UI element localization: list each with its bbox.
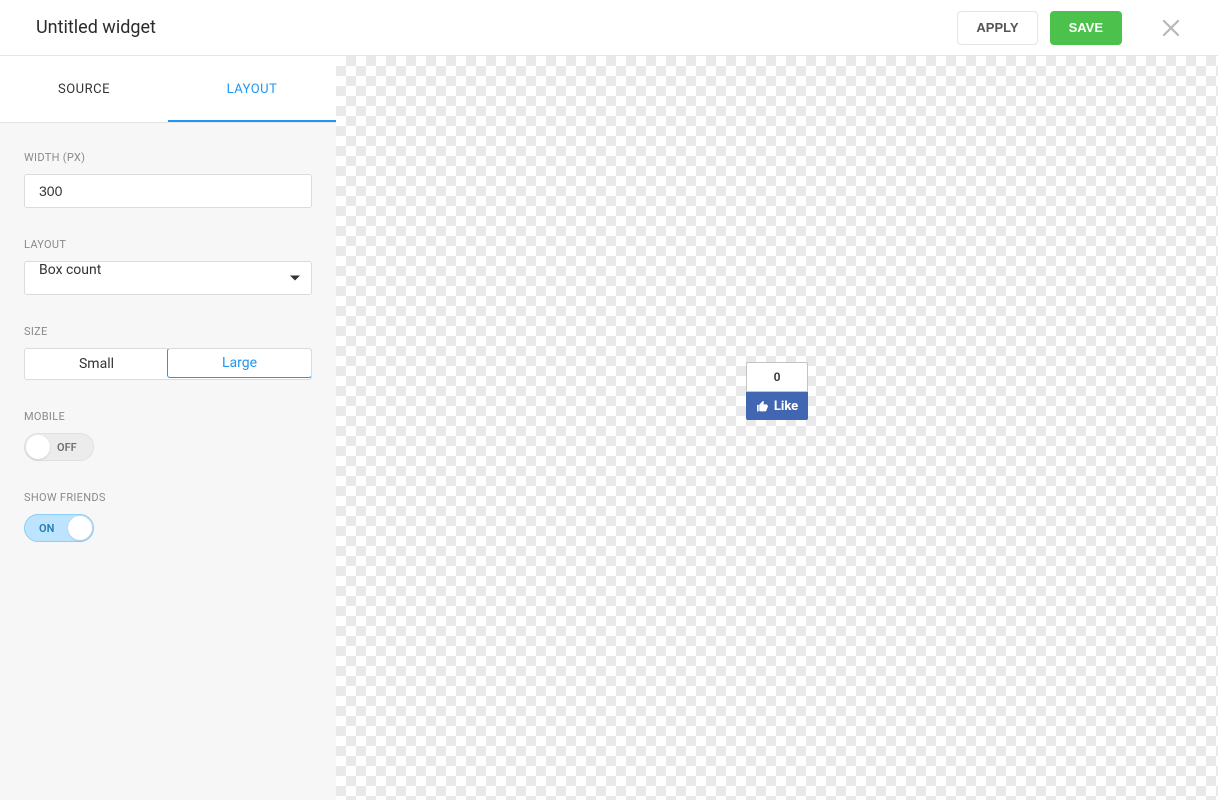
toggle-knob (26, 435, 50, 459)
header-actions: APPLY SAVE (957, 11, 1186, 45)
page-title: Untitled widget (36, 17, 156, 38)
save-button[interactable]: SAVE (1050, 11, 1122, 45)
sidebar: SOURCE LAYOUT WIDTH (PX) LAYOUT Box coun… (0, 56, 336, 800)
width-label: WIDTH (PX) (24, 151, 312, 164)
mobile-toggle-state: OFF (57, 441, 77, 454)
toggle-knob (68, 516, 92, 540)
width-input[interactable] (24, 174, 312, 208)
apply-button[interactable]: APPLY (957, 11, 1037, 45)
size-option-small[interactable]: Small (25, 349, 168, 379)
tab-source[interactable]: SOURCE (0, 56, 168, 122)
like-label: Like (774, 399, 798, 414)
mobile-label: MOBILE (24, 410, 312, 423)
preview-area: 0 Like (336, 56, 1218, 800)
size-label: SIZE (24, 325, 312, 338)
like-count: 0 (746, 362, 808, 392)
show-friends-toggle-state: ON (39, 522, 54, 535)
tab-layout[interactable]: LAYOUT (168, 56, 336, 122)
show-friends-toggle[interactable]: ON (24, 514, 94, 542)
tabs: SOURCE LAYOUT (0, 56, 336, 123)
mobile-toggle[interactable]: OFF (24, 433, 94, 461)
like-button[interactable]: Like (746, 392, 808, 420)
facebook-like-widget: 0 Like (746, 362, 808, 420)
show-friends-label: SHOW FRIENDS (24, 491, 312, 504)
thumbs-up-icon (756, 400, 769, 413)
layout-select[interactable]: Box count (24, 261, 312, 295)
size-option-large[interactable]: Large (167, 348, 312, 378)
layout-label: LAYOUT (24, 238, 312, 251)
size-segmented: Small Large (24, 348, 312, 380)
close-button[interactable] (1156, 13, 1186, 43)
close-icon (1162, 19, 1180, 37)
